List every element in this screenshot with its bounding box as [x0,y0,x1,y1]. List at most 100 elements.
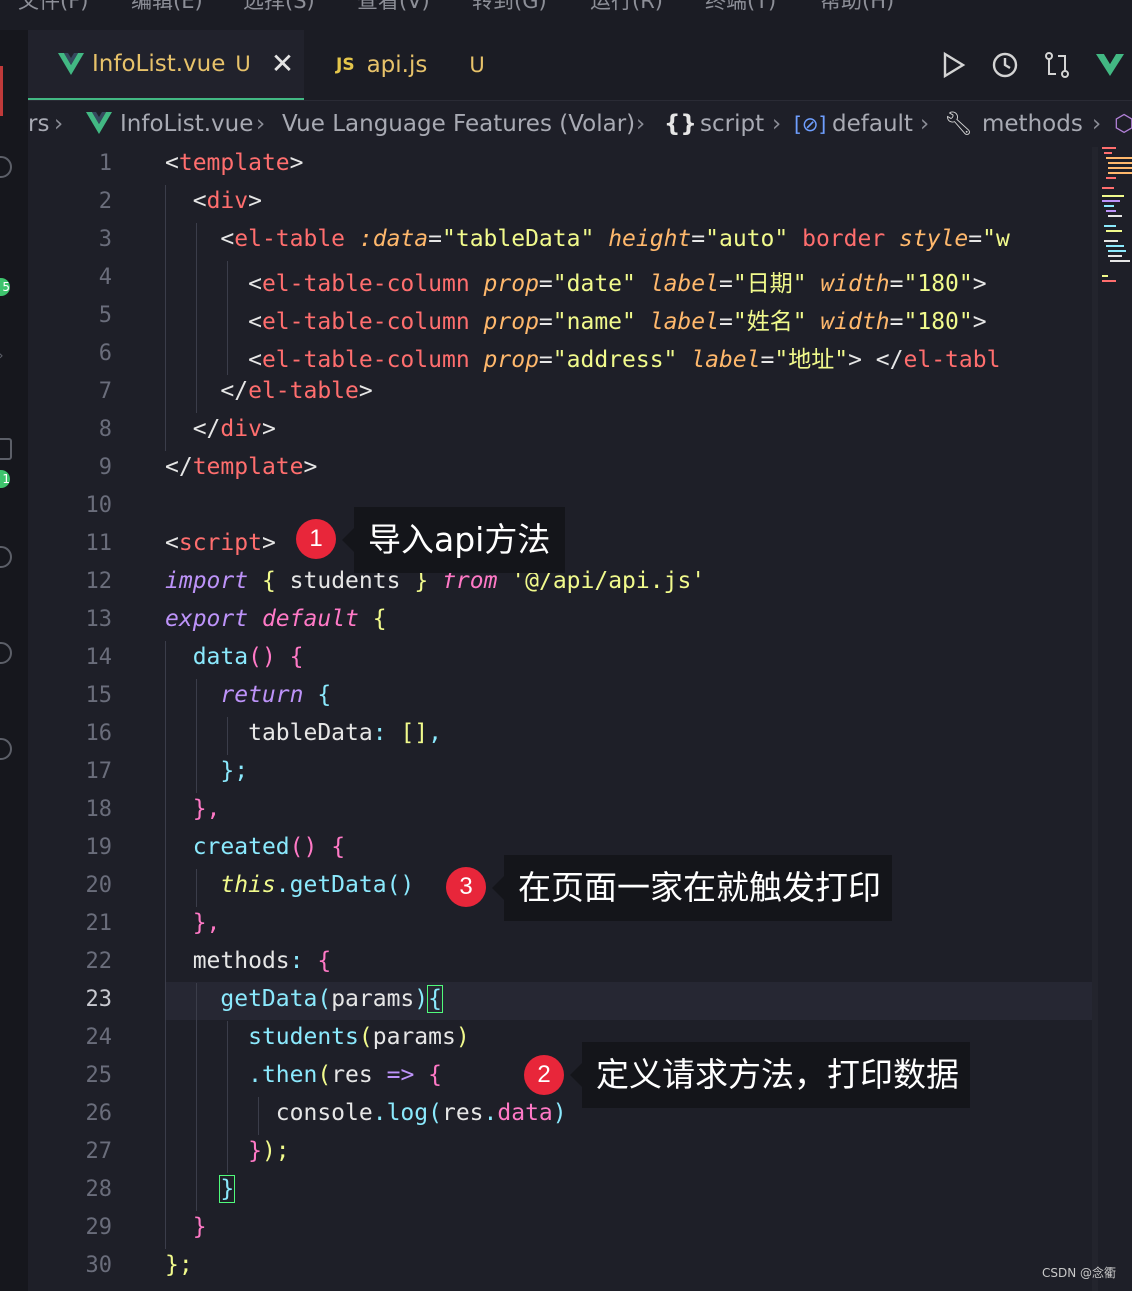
line-number: 29 [85,1215,113,1240]
database-icon[interactable] [0,642,12,664]
menu-view[interactable]: 查看(V) [357,0,430,16]
tab-label: InfoList.vue [92,51,226,77]
line-number: 15 [85,683,113,708]
code-line: <el-table :data="tableData" height="auto… [220,226,1010,252]
code-line: } [192,1214,207,1240]
tab-status-badge: U [469,53,485,77]
code-line: <el-table-column prop="name" label="姓名" … [248,309,987,335]
line-number: 30 [85,1253,113,1278]
line-number: 11 [85,531,113,556]
menu-file[interactable]: 文件(F) [18,0,88,16]
line-number: 19 [85,835,113,860]
tab-status-badge: U [235,52,251,76]
cube-icon: ⬡ [1114,111,1132,137]
line-number: 12 [85,569,113,594]
line-number: 25 [85,1063,113,1088]
menu-run[interactable]: 运行(R) [590,0,663,16]
wrench-icon: 🔧︎ [944,111,974,137]
line-number: 1 [98,151,112,176]
code-line: </template> [165,454,318,480]
line-number: 28 [85,1177,113,1202]
line-number: 5 [98,303,112,328]
menu-selection[interactable]: 选择(S) [243,0,315,16]
code-line: <template> [165,150,304,176]
code-line: <div> [192,188,262,214]
breadcrumb-feature[interactable]: Vue Language Features (Volar) [282,110,635,138]
line-number: 20 [85,873,113,898]
vue-icon [58,53,84,75]
vertical-scrollbar[interactable] [1092,147,1098,1291]
tab-api-js[interactable]: JS api.js U [318,30,544,100]
code-line: }; [165,1252,193,1278]
line-number: 13 [85,607,113,632]
code-line: <script> [165,530,276,556]
breadcrumb-script[interactable]: script [700,110,764,138]
tab-bar: InfoList.vue U ✕ JS api.js U [28,30,1132,101]
code-line: <el-table-column prop="date" label="日期" … [248,271,987,297]
braces-icon: {} [664,111,697,137]
variable-icon: [⊘] [794,112,827,136]
chevron-right-icon: › [636,111,646,137]
run-icon[interactable] [938,50,968,80]
menu-goto[interactable]: 转到(G) [472,0,547,16]
tab-infolist-vue[interactable]: InfoList.vue U ✕ [28,30,304,100]
menu-terminal[interactable]: 终端(T) [705,0,776,16]
minimap[interactable] [1098,147,1132,287]
line-number: 16 [85,721,113,746]
line-number: 27 [85,1139,113,1164]
code-line: </div> [192,416,276,442]
code-line: this.getData() [220,872,415,898]
breadcrumb-default[interactable]: default [832,110,913,138]
line-number: 10 [85,493,113,518]
line-number: 6 [98,341,112,366]
line-number-current: 23 [85,987,113,1012]
tab-label: api.js [366,52,428,78]
breadcrumb-prefix[interactable]: rs [28,110,49,138]
annotation-badge: 1 [296,519,336,559]
code-editor[interactable]: 1 2 3 4 5 6 7 8 9 10 11 12 13 14 15 16 1… [28,147,1092,1291]
account-icon[interactable] [0,738,12,760]
chevron-icon[interactable]: › [0,348,12,370]
code-line: }; [220,758,249,784]
vue-icon [86,112,112,141]
explorer-icon[interactable] [0,156,12,178]
code-line: console.log(res.data) [275,1100,567,1126]
menu-bar: 文件(F) 编辑(E) 选择(S) 查看(V) 转到(G) 运行(R) 终端(T… [0,0,1132,30]
remote-icon[interactable] [0,546,12,568]
line-number: 21 [85,911,113,936]
extensions-badge-icon[interactable]: 1 [0,470,10,488]
chevron-right-icon: › [772,111,782,137]
code-line: methods: { [192,948,332,974]
annotation-badge: 2 [524,1055,564,1095]
line-number: 22 [85,949,113,974]
extensions-icon[interactable] [0,438,12,460]
vue-devtools-icon[interactable] [1094,50,1126,80]
code-line: return { [220,682,332,708]
timeline-icon[interactable] [990,50,1020,80]
code-line: students(params) [248,1024,470,1050]
source-control-badge-icon[interactable]: 5 [0,278,10,296]
line-number: 14 [85,645,113,670]
line-number: 4 [98,265,112,290]
js-icon: JS [336,55,355,75]
line-number: 8 [98,417,112,442]
line-number: 26 [85,1101,113,1126]
compare-changes-icon[interactable] [1042,50,1072,80]
chevron-right-icon: › [54,111,64,137]
breadcrumb: rs › InfoList.vue › Vue Language Feature… [28,101,1132,147]
chevron-right-icon: › [1092,111,1102,137]
code-line: </el-table> [220,378,373,404]
code-line: getData(params){ [220,985,443,1013]
code-line: data() { [192,644,304,670]
annotation-callout: 定义请求方法，打印数据 [570,1042,970,1108]
menu-edit[interactable]: 编辑(E) [131,0,203,16]
code-line: }, [192,910,221,936]
breadcrumb-methods[interactable]: methods [982,110,1083,138]
menu-help[interactable]: 帮助(H) [820,0,894,16]
annotation-callout: 导入api方法 [342,507,565,573]
activity-bar: 5 › 1 [0,30,28,1291]
annotation-badge: 3 [446,867,486,907]
close-icon[interactable]: ✕ [271,50,294,78]
breadcrumb-file[interactable]: InfoList.vue [120,110,253,138]
code-line: export default { [165,606,387,632]
